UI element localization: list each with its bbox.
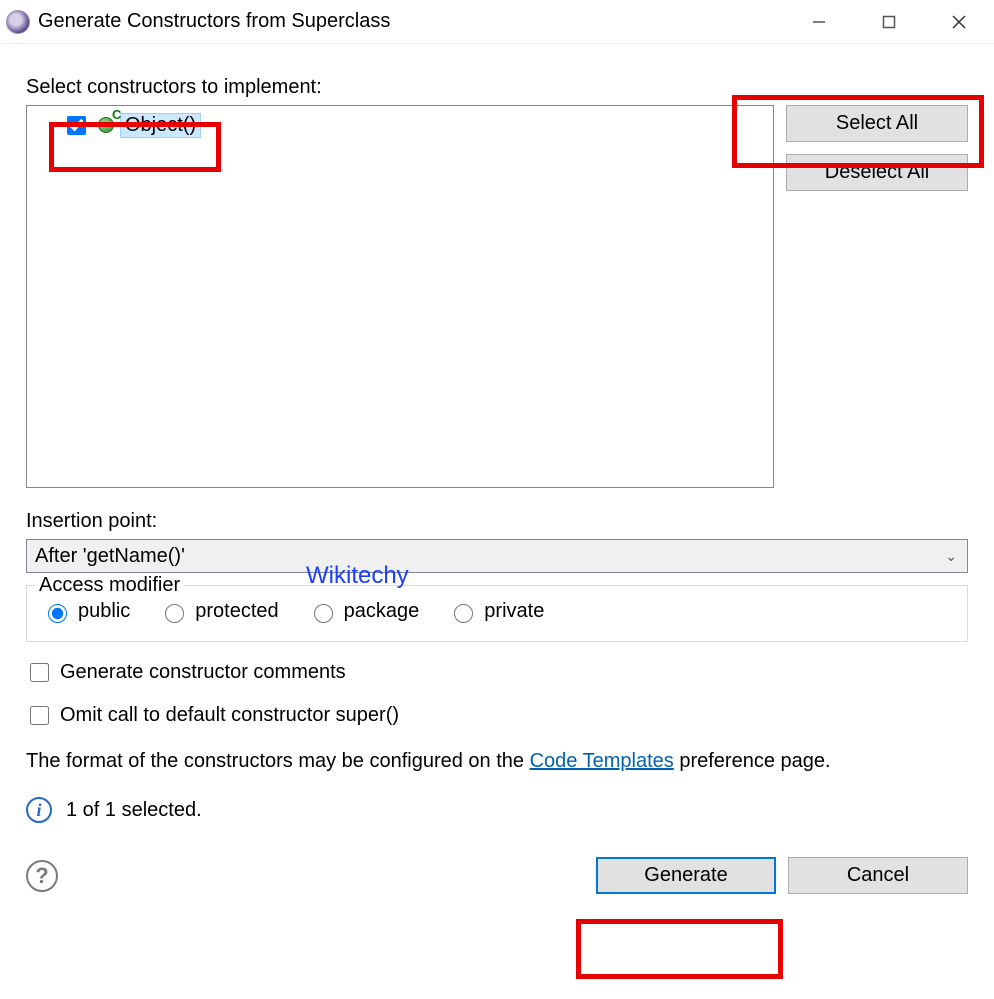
omit-super-checkbox-row[interactable]: Omit call to default constructor super()	[26, 703, 968, 728]
constructor-icon: C	[98, 117, 114, 133]
info-icon: i	[26, 797, 52, 823]
insertion-point-value: After 'getName()'	[35, 545, 185, 568]
tree-item-object[interactable]: C Object()	[63, 110, 201, 140]
chevron-down-icon: ⌄	[945, 548, 957, 565]
selection-status: 1 of 1 selected.	[66, 799, 202, 822]
help-icon[interactable]: ?	[26, 860, 58, 892]
watermark-text: Wikitechy	[306, 562, 409, 590]
app-icon	[6, 10, 30, 34]
tree-item-label: Object()	[120, 113, 201, 138]
code-templates-link[interactable]: Code Templates	[530, 750, 674, 772]
tree-item-checkbox[interactable]	[67, 116, 86, 135]
generate-comments-label: Generate constructor comments	[60, 661, 346, 684]
format-hint: The format of the constructors may be co…	[26, 750, 968, 773]
close-button[interactable]	[924, 0, 994, 44]
insertion-point-label: Insertion point:	[26, 510, 968, 533]
deselect-all-button[interactable]: Deselect All	[786, 154, 968, 191]
constructors-tree[interactable]: C Object()	[26, 105, 774, 488]
annotation-highlight	[576, 919, 783, 979]
omit-super-label: Omit call to default constructor super()	[60, 704, 399, 727]
radio-private[interactable]: private	[449, 600, 544, 623]
radio-protected[interactable]: protected	[160, 600, 278, 623]
generate-button[interactable]: Generate	[596, 857, 776, 894]
select-constructors-label: Select constructors to implement:	[26, 76, 968, 99]
generate-comments-checkbox[interactable]	[30, 663, 49, 682]
generate-comments-checkbox-row[interactable]: Generate constructor comments	[26, 660, 968, 685]
cancel-button[interactable]: Cancel	[788, 857, 968, 894]
maximize-button[interactable]	[854, 0, 924, 44]
window-title: Generate Constructors from Superclass	[38, 10, 784, 33]
radio-public[interactable]: public	[43, 600, 130, 623]
title-bar: Generate Constructors from Superclass	[0, 0, 994, 44]
access-modifier-group: Access modifier public protected package…	[26, 585, 968, 642]
select-all-button[interactable]: Select All	[786, 105, 968, 142]
access-modifier-legend: Access modifier	[35, 574, 184, 597]
radio-package[interactable]: package	[309, 600, 420, 623]
minimize-button[interactable]	[784, 0, 854, 44]
omit-super-checkbox[interactable]	[30, 706, 49, 725]
selection-status-row: i 1 of 1 selected.	[26, 797, 968, 823]
insertion-point-dropdown[interactable]: After 'getName()' ⌄	[26, 539, 968, 573]
